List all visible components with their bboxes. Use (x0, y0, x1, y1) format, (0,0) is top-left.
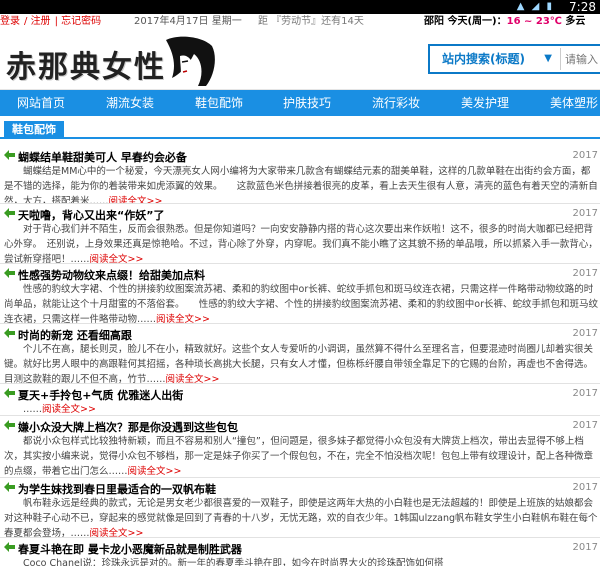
article-date: 2017 (572, 542, 598, 553)
article-title[interactable]: 为学生妹找到春日里最适合的一双帆布鞋 (18, 481, 216, 497)
article-title[interactable]: 春夏斗艳在即 曼卡龙小恶魔新品就是制胜武器 (18, 541, 242, 557)
article-summary: 都说小众包样式比较独特新颖，而且不容易和别人“撞包”，但问题是，很多妹子都觉得小… (4, 436, 594, 477)
section-title: 鞋包配饰 (4, 121, 64, 139)
forgot-password-link[interactable]: 忘记密码 (61, 16, 101, 27)
main-nav: 网站首页 潮流女装 鞋包配饰 护肤技巧 流行彩妆 美发护理 美体塑形 (0, 90, 600, 116)
article-date: 2017 (572, 268, 598, 279)
article-item: 为学生妹找到春日里最适合的一双帆布鞋 2017 帆布鞋永远是经典的款式，无论是男… (0, 478, 600, 538)
weather-city: 邵阳 (424, 16, 444, 27)
read-more-link[interactable]: 阅读全文>> (90, 528, 144, 537)
screen: ▲ ◢ ▮ 7:28 登录 / 注册 | 忘记密码 2017年4月17日 星期一 距… (0, 0, 600, 566)
nav-item-body-shaping[interactable]: 美体塑形 (550, 90, 598, 116)
login-link[interactable]: 登录 (0, 16, 20, 27)
article-date: 2017 (572, 150, 598, 161)
article-title[interactable]: 嫌小众没大牌上档次？那是你没遇到这些包包 (18, 419, 238, 435)
article-item: 春夏斗艳在即 曼卡龙小恶魔新品就是制胜武器 2017 Coco Chanel说：… (0, 538, 600, 566)
logo-title: 赤那典女性 (6, 50, 166, 85)
top-info-bar: 登录 / 注册 | 忘记密码 2017年4月17日 星期一 距 『劳动节』还有14天… (0, 14, 600, 30)
nav-item-haircare[interactable]: 美发护理 (461, 90, 509, 116)
article-summary: 帆布鞋永远是经典的款式，无论是男女老少都很喜爱的一双鞋子，即使是这两年大热的小白… (4, 498, 598, 538)
arrow-bullet-icon (4, 482, 15, 492)
holiday-countdown: 距 『劳动节』还有14天 (258, 16, 364, 27)
article-title[interactable]: 天啦噜，背心又出来“作妖”了 (18, 207, 164, 223)
search-scope-select[interactable]: 站内搜索(标题) ▼ (430, 46, 556, 72)
arrow-bullet-icon (4, 328, 15, 338)
weather-today: 今天(周一)： (447, 16, 507, 27)
read-more-link[interactable]: 阅读全文>> (128, 466, 182, 477)
current-date: 2017年4月17日 星期一 (134, 16, 242, 27)
article-summary: ……阅读全文>> (23, 404, 96, 415)
read-more-link[interactable]: 阅读全文>> (42, 404, 96, 415)
weather-condition: 多云 (565, 16, 586, 27)
article-item: 嫌小众没大牌上档次？那是你没遇到这些包包 2017 都说小众包样式比较独特新颖，… (0, 416, 600, 478)
article-title[interactable]: 时尚的新宠 还看细高跟 (18, 327, 132, 343)
article-summary: 对于背心我们并不陌生，反而会很熟悉。但是你知道吗？一向安安静静内搭的背心这次要出… (4, 224, 598, 264)
nav-item-bags-accessories[interactable]: 鞋包配饰 (195, 90, 243, 116)
arrow-bullet-icon (4, 150, 15, 160)
logo-face-illustration (166, 36, 215, 86)
status-bar: ▲ ◢ ▮ 7:28 (0, 0, 600, 14)
article-item: 时尚的新宠 还看细高跟 2017 个儿不在高，腿长则灵，脸儿不在小，精致就好。这… (0, 324, 600, 384)
arrow-bullet-icon (4, 420, 15, 430)
article-date: 2017 (572, 328, 598, 339)
arrow-bullet-icon (4, 388, 15, 398)
register-link[interactable]: 注册 (31, 16, 51, 27)
site-search: 站内搜索(标题) ▼ (428, 44, 600, 74)
chevron-down-icon: ▼ (544, 53, 552, 64)
weather-widget: 邵阳 今天(周一)：16 ~ 23℃ 多云 (424, 14, 585, 30)
arrow-bullet-icon (4, 208, 15, 218)
article-summary: 性感的豹纹大字裙、个性的拼接豹纹图案流苏裙、柔和的豹纹图中or长裤、蛇纹手抓包和… (4, 284, 598, 324)
arrow-bullet-icon (4, 542, 15, 552)
signal-wifi-battery-icons: ▲ ◢ ▮ (516, 1, 554, 12)
article-summary: Coco Chanel说：珍珠永远是对的。新一年的春夏季斗艳在即，如今在时尚界大… (23, 558, 444, 566)
article-date: 2017 (572, 420, 598, 431)
article-title[interactable]: 蝴蝶结单鞋甜美可人 早春约会必备 (18, 149, 187, 165)
search-input[interactable] (560, 48, 600, 70)
article-title[interactable]: 夏天+手拎包+气质 优雅迷人出街 (18, 387, 183, 403)
read-more-link[interactable]: 阅读全文>> (90, 254, 144, 263)
article-item: 性感强势动物纹来点缀！给甜美加点料 2017 性感的豹纹大字裙、个性的拼接豹纹图… (0, 264, 600, 324)
article-summary: 蝴蝶结是MM心中的一个秘爱，今天漂亮女人网小编将为大家带来几款含有蝴蝶结元素的甜… (4, 164, 598, 203)
article-title[interactable]: 性感强势动物纹来点缀！给甜美加点料 (18, 267, 205, 283)
nav-item-womens-fashion[interactable]: 潮流女装 (106, 90, 154, 116)
article-item: 蝴蝶结单鞋甜美可人 早春约会必备 2017 蝴蝶结是MM心中的一个秘爱，今天漂亮… (0, 146, 600, 204)
section-header: 鞋包配饰 (0, 121, 600, 139)
article-date: 2017 (572, 482, 598, 493)
nav-item-makeup[interactable]: 流行彩妆 (372, 90, 420, 116)
article-item: 天啦噜，背心又出来“作妖”了 2017 对于背心我们并不陌生，反而会很熟悉。但是… (0, 204, 600, 264)
article-section: 鞋包配饰 蝴蝶结单鞋甜美可人 早春约会必备 2017 蝴蝶结是MM心中的一个秘爱… (0, 116, 600, 566)
site-logo[interactable]: 赤那典女性 (6, 36, 216, 86)
nav-item-home[interactable]: 网站首页 (17, 90, 65, 116)
article-date: 2017 (572, 208, 598, 219)
article-summary: 个儿不在高，腿长则灵，脸儿不在小，精致就好。这些个女人专爱听的小调调，虽然算不得… (4, 344, 594, 384)
read-more-link[interactable]: 阅读全文>> (166, 374, 220, 383)
arrow-bullet-icon (4, 268, 15, 278)
read-more-link[interactable]: 阅读全文>> (109, 196, 163, 203)
article-item: 夏天+手拎包+气质 优雅迷人出街 2017 ……阅读全文>> (0, 384, 600, 416)
site-header: 赤那典女性 站内搜索(标题) ▼ (0, 30, 600, 90)
read-more-link[interactable]: 阅读全文>> (156, 314, 210, 323)
nav-item-skincare[interactable]: 护肤技巧 (283, 90, 331, 116)
status-time: 7:28 (569, 0, 596, 14)
article-date: 2017 (572, 388, 598, 399)
weather-temp: 16 ~ 23℃ (506, 16, 562, 27)
account-links: 登录 / 注册 | 忘记密码 (0, 16, 102, 27)
